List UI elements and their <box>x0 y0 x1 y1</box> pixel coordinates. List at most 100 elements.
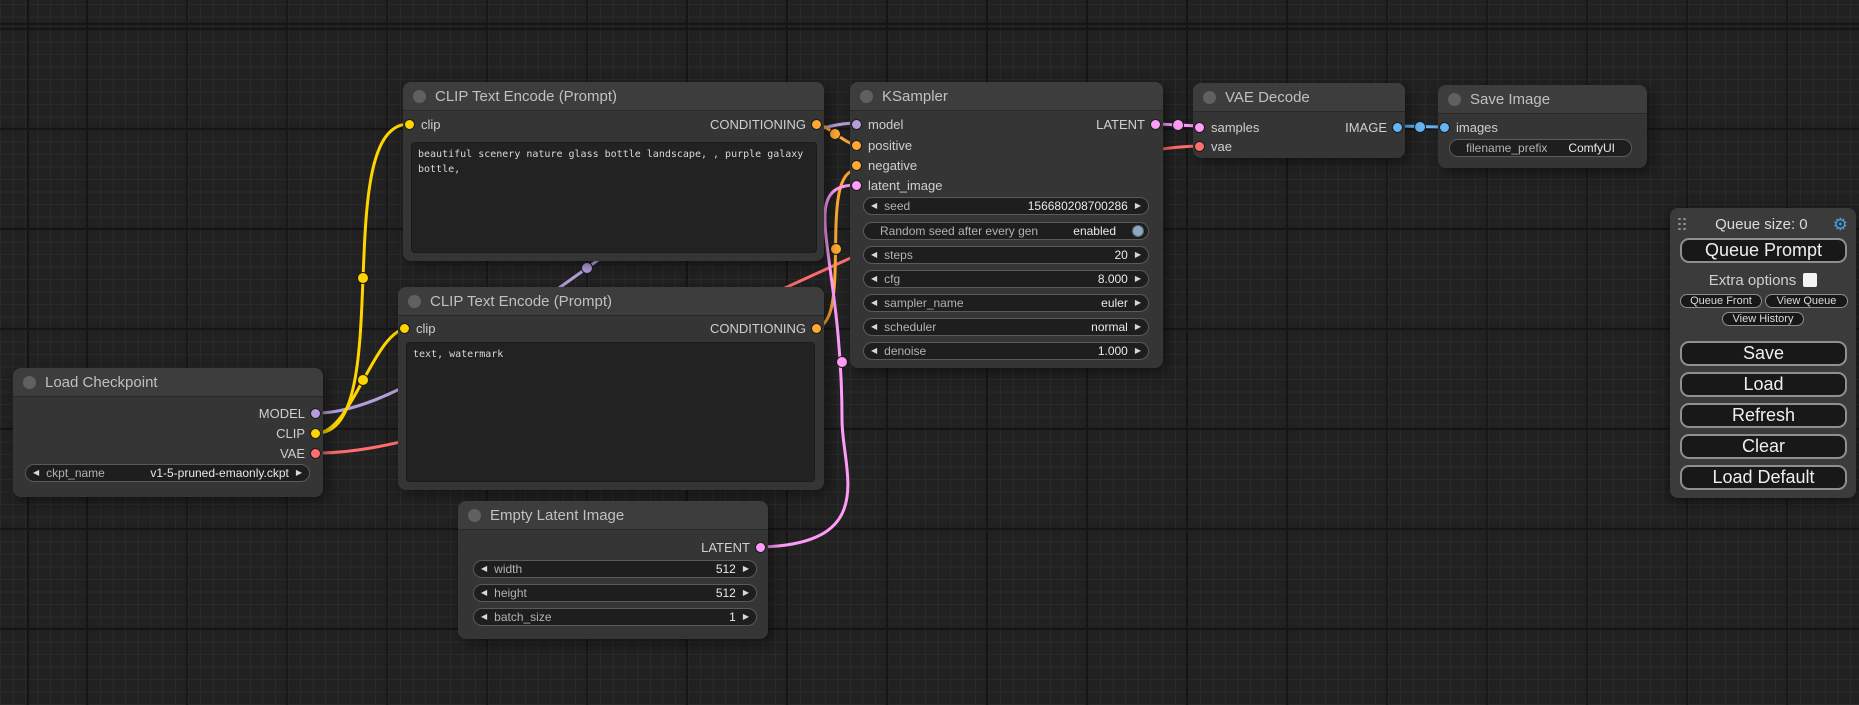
slot-label: MODEL <box>259 406 305 421</box>
cfg-widget[interactable]: ◀ cfg 8.000 ▶ <box>863 270 1149 288</box>
clip-input-slot[interactable] <box>399 323 410 334</box>
node-clip-text-encode-negative[interactable]: CLIP Text Encode (Prompt) clip CONDITION… <box>398 287 824 490</box>
scheduler-widget[interactable]: ◀ scheduler normal ▶ <box>863 318 1149 336</box>
model-output-slot[interactable] <box>310 408 321 419</box>
refresh-button[interactable]: Refresh <box>1680 403 1847 428</box>
slot-label: CLIP <box>276 426 305 441</box>
node-clip-text-encode-positive[interactable]: CLIP Text Encode (Prompt) clip CONDITION… <box>403 82 824 261</box>
node-title-bar[interactable]: CLIP Text Encode (Prompt) <box>398 287 824 316</box>
increment-arrow-icon[interactable]: ▶ <box>289 465 309 481</box>
queue-size-label: Queue size: 0 <box>1690 216 1833 233</box>
model-input-slot[interactable] <box>851 119 862 130</box>
width-widget[interactable]: ◀ width 512 ▶ <box>473 560 757 578</box>
queue-front-button[interactable]: Queue Front <box>1680 294 1762 308</box>
node-graph-canvas[interactable]: { "colors": { "model": "#B39DDB", "clip"… <box>0 0 1859 705</box>
node-title-bar[interactable]: Save Image <box>1438 85 1647 114</box>
vae-output-slot[interactable] <box>310 448 321 459</box>
batch-size-widget[interactable]: ◀ batch_size 1 ▶ <box>473 608 757 626</box>
node-title-bar[interactable]: Empty Latent Image <box>458 501 768 530</box>
sampler-name-widget[interactable]: ◀ sampler_name euler ▶ <box>863 294 1149 312</box>
random-seed-toggle[interactable]: Random seed after every gen enabled <box>863 222 1149 240</box>
node-title-bar[interactable]: Load Checkpoint <box>13 368 323 397</box>
collapse-dot-icon[interactable] <box>413 90 426 103</box>
node-empty-latent-image[interactable]: Empty Latent Image LATENT ◀ width 512 ▶ … <box>458 501 768 639</box>
negative-input-slot[interactable] <box>851 160 862 171</box>
increment-arrow-icon[interactable]: ▶ <box>1128 295 1148 311</box>
slot-label: vae <box>1211 139 1232 154</box>
save-button[interactable]: Save <box>1680 341 1847 366</box>
slot-label: IMAGE <box>1345 120 1387 135</box>
toggle-indicator-icon[interactable] <box>1132 225 1144 237</box>
latent-image-input-slot[interactable] <box>851 180 862 191</box>
drag-handle-icon[interactable] <box>1678 218 1686 231</box>
node-title-bar[interactable]: VAE Decode <box>1193 83 1405 112</box>
collapse-dot-icon[interactable] <box>408 295 421 308</box>
link-midpoint-dot <box>1415 122 1426 133</box>
node-title-bar[interactable]: KSampler <box>850 82 1163 111</box>
decrement-arrow-icon[interactable]: ◀ <box>864 198 884 214</box>
collapse-dot-icon[interactable] <box>23 376 36 389</box>
increment-arrow-icon[interactable]: ▶ <box>736 561 756 577</box>
positive-input-slot[interactable] <box>851 140 862 151</box>
increment-arrow-icon[interactable]: ▶ <box>1128 319 1148 335</box>
decrement-arrow-icon[interactable]: ◀ <box>864 295 884 311</box>
latent-output-slot[interactable] <box>755 542 766 553</box>
collapse-dot-icon[interactable] <box>468 509 481 522</box>
ckpt-name-widget[interactable]: ◀ ckpt_name v1-5-pruned-emaonly.ckpt ▶ <box>25 464 310 482</box>
increment-arrow-icon[interactable]: ▶ <box>736 585 756 601</box>
node-title: CLIP Text Encode (Prompt) <box>435 88 617 105</box>
decrement-arrow-icon[interactable]: ◀ <box>864 247 884 263</box>
conditioning-output-slot[interactable] <box>811 119 822 130</box>
node-save-image[interactable]: Save Image images filename_prefix ComfyU… <box>1438 85 1647 168</box>
steps-widget[interactable]: ◀ steps 20 ▶ <box>863 246 1149 264</box>
decrement-arrow-icon[interactable]: ◀ <box>864 343 884 359</box>
widget-label: ckpt_name <box>46 466 105 480</box>
queue-prompt-button[interactable]: Queue Prompt <box>1680 238 1847 263</box>
node-vae-decode[interactable]: VAE Decode samples IMAGE vae <box>1193 83 1405 158</box>
images-input-slot[interactable] <box>1439 122 1450 133</box>
negative-prompt-textarea[interactable]: text, watermark <box>406 342 815 482</box>
extra-options-label: Extra options <box>1709 272 1797 289</box>
image-output-slot[interactable] <box>1392 122 1403 133</box>
collapse-dot-icon[interactable] <box>1203 91 1216 104</box>
collapse-dot-icon[interactable] <box>860 90 873 103</box>
load-button[interactable]: Load <box>1680 372 1847 397</box>
load-default-button[interactable]: Load Default <box>1680 465 1847 490</box>
positive-prompt-textarea[interactable]: beautiful scenery nature glass bottle la… <box>411 142 817 253</box>
latent-output-slot[interactable] <box>1150 119 1161 130</box>
node-title-bar[interactable]: CLIP Text Encode (Prompt) <box>403 82 824 111</box>
node-load-checkpoint[interactable]: Load Checkpoint MODEL CLIP VAE ◀ ckpt_na… <box>13 368 323 497</box>
widget-label: steps <box>884 248 913 262</box>
increment-arrow-icon[interactable]: ▶ <box>1128 343 1148 359</box>
decrement-arrow-icon[interactable]: ◀ <box>864 271 884 287</box>
view-history-button[interactable]: View History <box>1722 312 1804 326</box>
decrement-arrow-icon[interactable]: ◀ <box>26 465 46 481</box>
decrement-arrow-icon[interactable]: ◀ <box>864 319 884 335</box>
extra-options-checkbox[interactable] <box>1803 273 1817 287</box>
node-ksampler[interactable]: KSampler model LATENT positive negative … <box>850 82 1163 368</box>
increment-arrow-icon[interactable]: ▶ <box>736 609 756 625</box>
slot-label: latent_image <box>868 178 942 193</box>
decrement-arrow-icon[interactable]: ◀ <box>474 609 494 625</box>
seed-widget[interactable]: ◀ seed 156680208700286 ▶ <box>863 197 1149 215</box>
clip-output-slot[interactable] <box>310 428 321 439</box>
collapse-dot-icon[interactable] <box>1448 93 1461 106</box>
clip-input-slot[interactable] <box>404 119 415 130</box>
denoise-widget[interactable]: ◀ denoise 1.000 ▶ <box>863 342 1149 360</box>
decrement-arrow-icon[interactable]: ◀ <box>474 561 494 577</box>
samples-input-slot[interactable] <box>1194 122 1205 133</box>
decrement-arrow-icon[interactable]: ◀ <box>474 585 494 601</box>
height-widget[interactable]: ◀ height 512 ▶ <box>473 584 757 602</box>
filename-prefix-widget[interactable]: filename_prefix ComfyUI <box>1449 139 1632 157</box>
view-queue-button[interactable]: View Queue <box>1765 294 1848 308</box>
conditioning-output-slot[interactable] <box>811 323 822 334</box>
clear-button[interactable]: Clear <box>1680 434 1847 459</box>
vae-input-slot[interactable] <box>1194 141 1205 152</box>
increment-arrow-icon[interactable]: ▶ <box>1128 198 1148 214</box>
increment-arrow-icon[interactable]: ▶ <box>1128 271 1148 287</box>
node-title: Load Checkpoint <box>45 374 158 391</box>
increment-arrow-icon[interactable]: ▶ <box>1128 247 1148 263</box>
link-midpoint-dot <box>1173 120 1184 131</box>
settings-gear-icon[interactable]: ⚙ <box>1833 216 1848 233</box>
widget-value: 8.000 <box>1098 272 1128 286</box>
